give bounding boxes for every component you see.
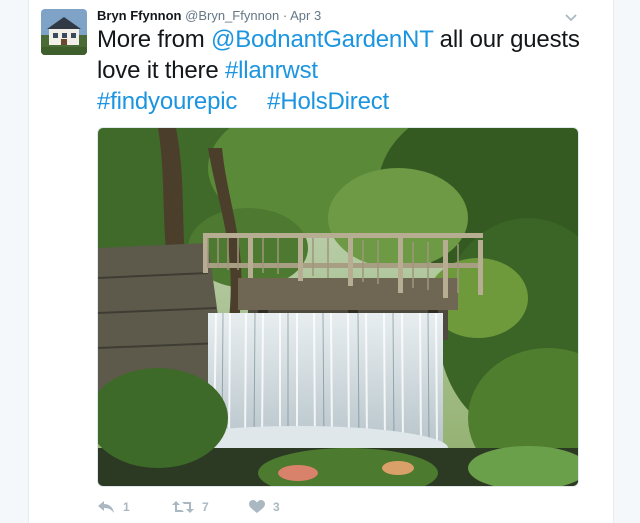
chevron-down-icon xyxy=(565,14,577,22)
retweet-count: 7 xyxy=(202,500,209,514)
reply-icon xyxy=(98,501,114,513)
user-handle[interactable]: @Bryn_Ffynnon xyxy=(185,8,279,23)
tweet-header: Bryn Ffynnon @Bryn_Ffynnon · Apr 3 xyxy=(97,8,579,24)
hashtag-link-holsdirect[interactable]: #HolsDirect xyxy=(267,88,389,115)
profile-photo-house-icon xyxy=(41,9,87,55)
hashtag-link-findyourepic[interactable]: #findyourepic xyxy=(97,88,237,115)
reply-count: 1 xyxy=(123,500,130,514)
tweet-media-photo[interactable] xyxy=(97,127,579,487)
waterfall-bridge-photo-icon xyxy=(98,128,578,486)
mention-link[interactable]: @BodnantGardenNT xyxy=(211,26,433,53)
avatar[interactable] xyxy=(41,9,87,55)
heart-icon xyxy=(249,500,265,513)
separator-dot: · xyxy=(282,8,288,23)
like-button[interactable]: 3 xyxy=(249,498,280,516)
retweet-button[interactable]: 7 xyxy=(172,498,209,516)
like-count: 3 xyxy=(273,500,280,514)
more-options-button[interactable] xyxy=(565,10,577,22)
tweet-timestamp[interactable]: Apr 3 xyxy=(290,8,321,23)
display-name[interactable]: Bryn Ffynnon xyxy=(97,8,182,23)
tweet-text: More from @BodnantGardenNT all our guest… xyxy=(97,24,587,117)
tweet-card[interactable]: Bryn Ffynnon @Bryn_Ffynnon · Apr 3 More … xyxy=(28,0,614,523)
reply-button[interactable]: 1 xyxy=(97,498,130,516)
tweet-text-prefix: More from xyxy=(97,26,212,53)
hashtag-link-llanrwst[interactable]: #llanrwst xyxy=(225,57,318,84)
retweet-icon xyxy=(172,501,194,513)
tweet-actions: 1 7 3 xyxy=(97,498,397,518)
